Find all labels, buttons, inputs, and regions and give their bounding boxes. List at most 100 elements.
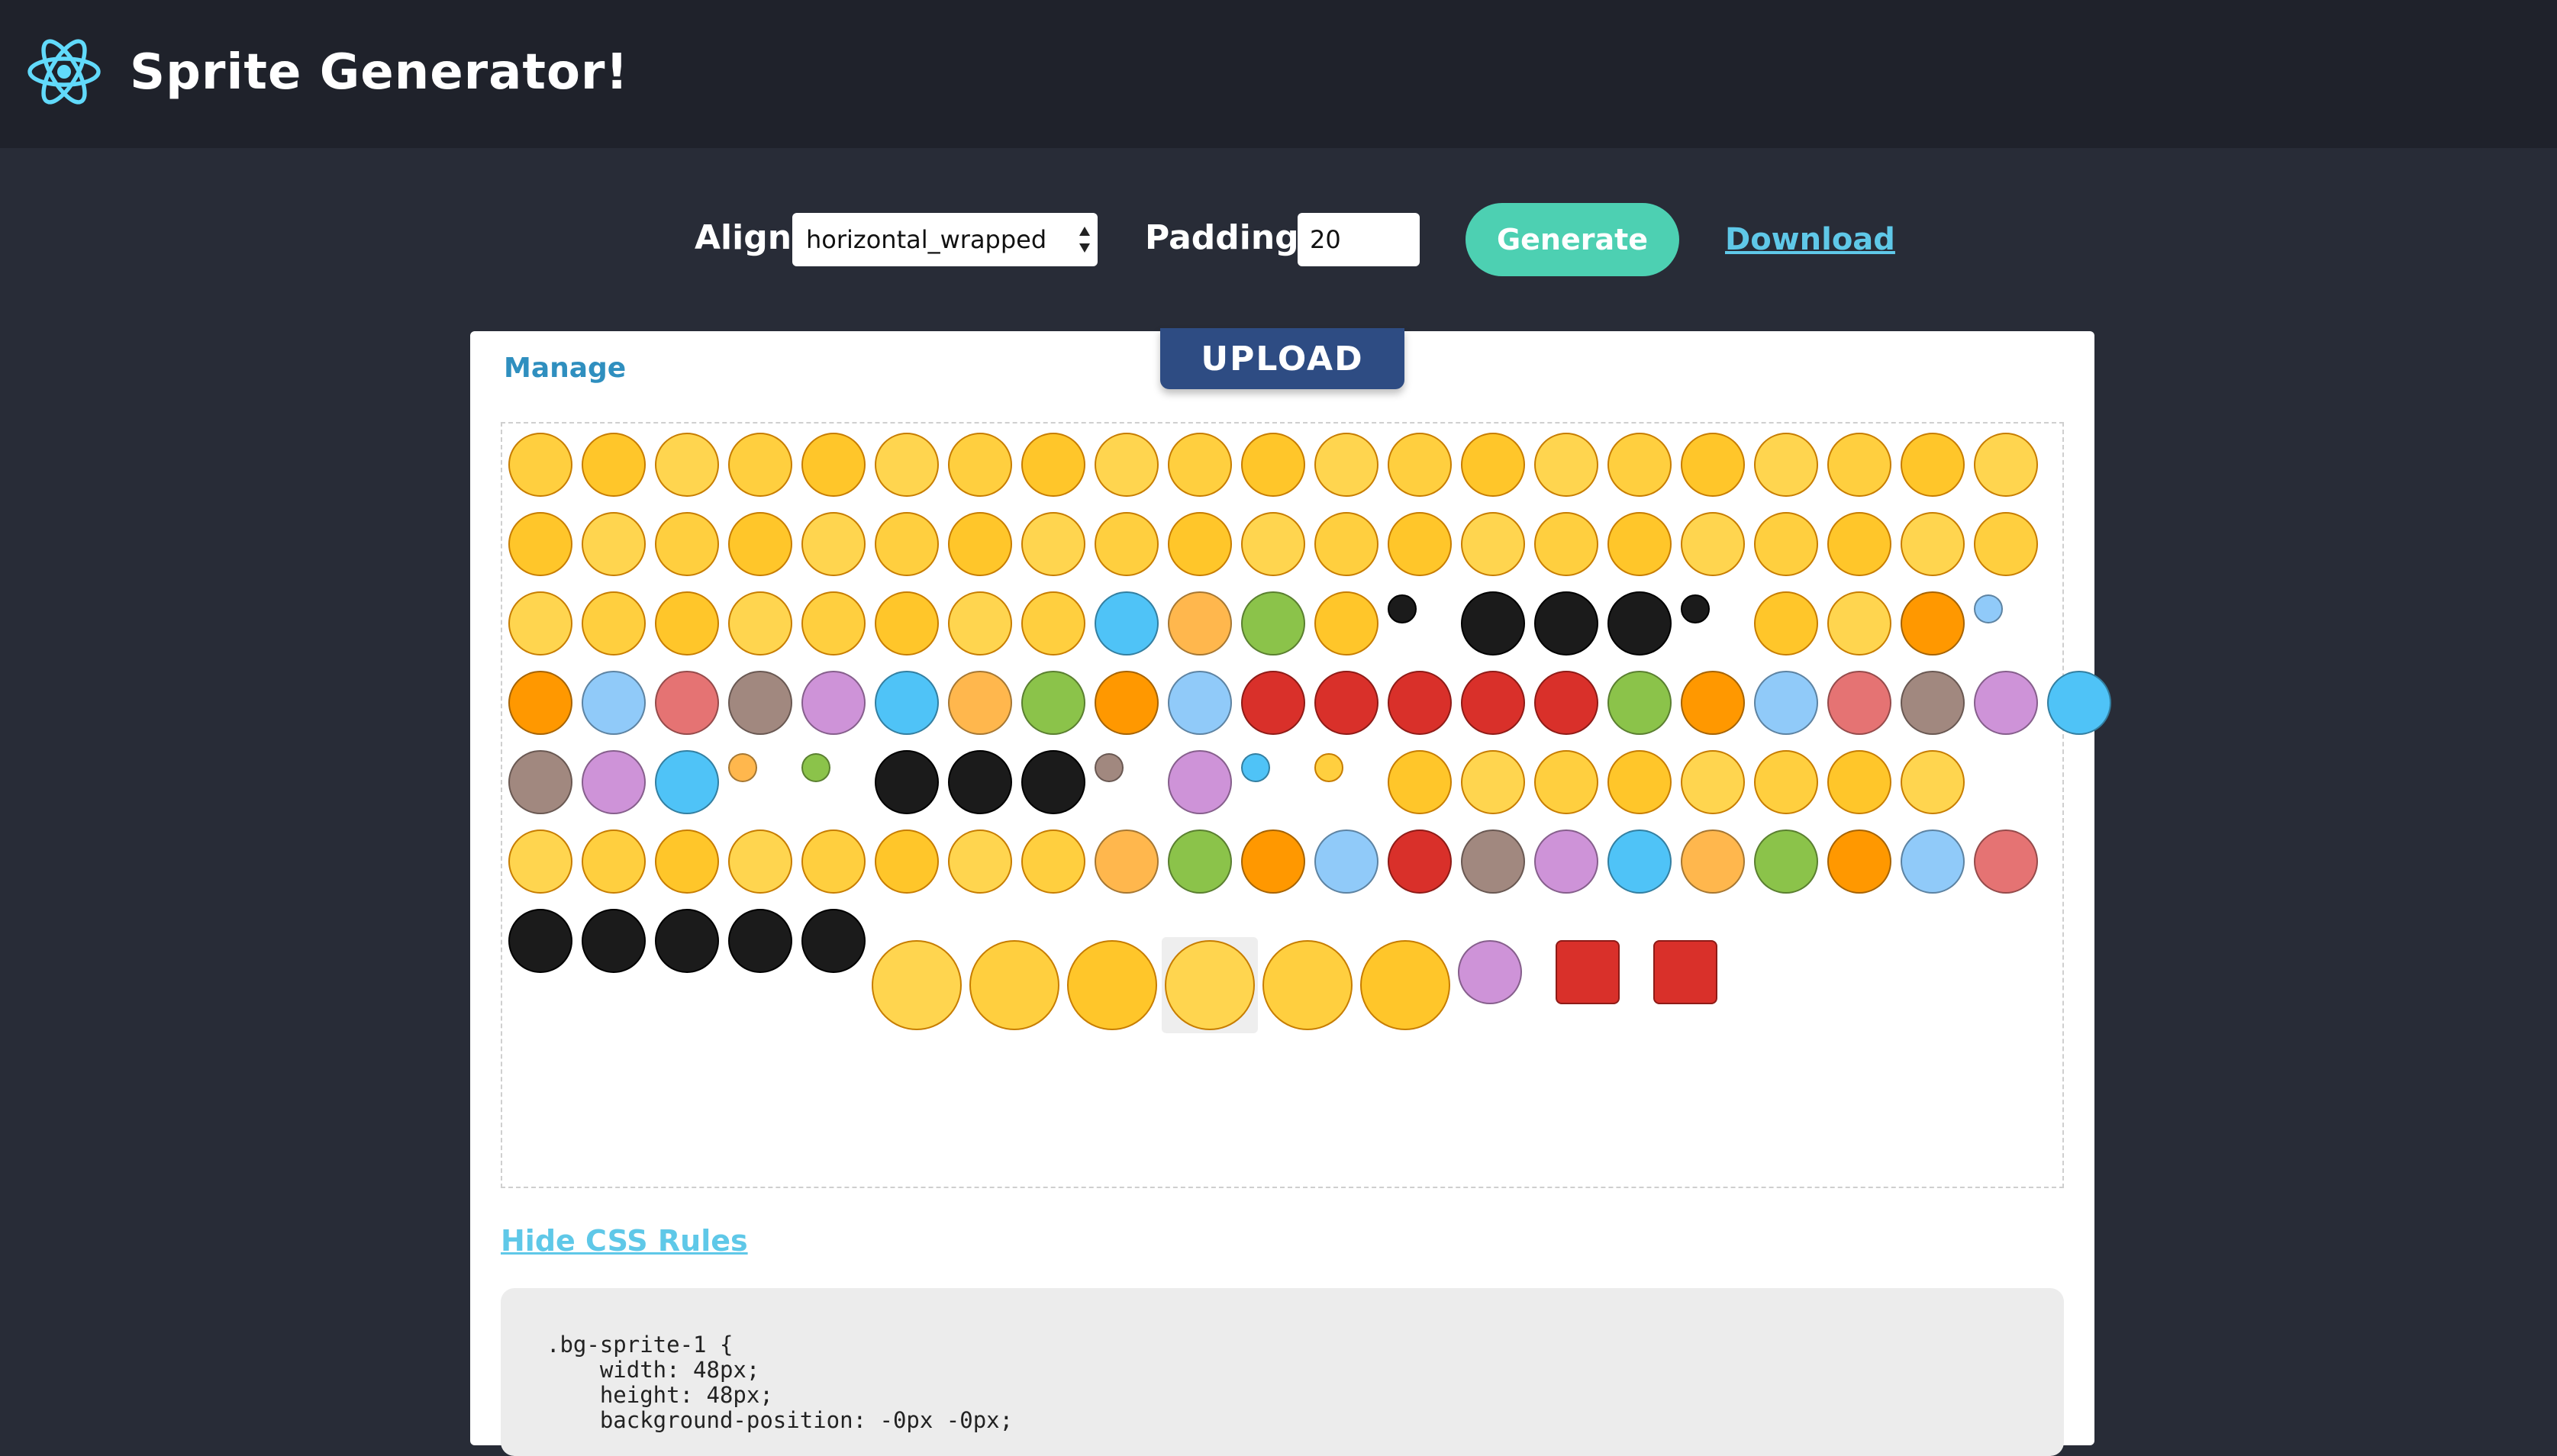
sprite-slightly-surprised-face[interactable] (1531, 430, 1601, 500)
sprite-thumbs-up-icon[interactable] (2044, 668, 2114, 738)
sprite-sweat-face[interactable] (1238, 509, 1308, 579)
sprite-ghost-icon[interactable] (1091, 588, 1162, 659)
sprite-small-faces[interactable] (1311, 747, 1382, 817)
sprite-cool-face[interactable] (1165, 509, 1235, 579)
sprite-small-icons[interactable] (1971, 588, 2041, 659)
sprite-hush-face[interactable] (872, 588, 942, 659)
align-select[interactable]: horizontal_wrapped (792, 213, 1098, 266)
sprite-drooling-face[interactable] (725, 430, 795, 500)
sprite-gift-icon[interactable] (1678, 668, 1748, 738)
sprite-penguin-icon[interactable] (652, 906, 722, 976)
sprite-lips-icon[interactable] (1385, 826, 1455, 897)
sprite-sunglasses-face[interactable] (1824, 430, 1894, 500)
sprite-soccer-ball-icon[interactable] (798, 668, 869, 738)
sprite-big-grin-face[interactable] (1458, 430, 1528, 500)
sprite-crying-face[interactable] (872, 430, 942, 500)
sprite-worried-face[interactable] (1751, 509, 1821, 579)
sprite-handshake-icon[interactable] (579, 747, 649, 817)
sprite-penguin-icon[interactable] (1458, 588, 1528, 659)
sprite-candle-icon[interactable] (1650, 937, 1720, 1007)
sprite-coffee-icon[interactable] (1018, 668, 1088, 738)
sprite-side-eye-face[interactable] (1824, 747, 1894, 817)
sprite-pouting-face[interactable] (1531, 747, 1601, 817)
sprite-heart-eyes-face[interactable] (1971, 430, 2041, 500)
sprite-hand-point-icon[interactable] (1531, 826, 1601, 897)
sprite-sword-icon[interactable] (725, 668, 795, 738)
sprite-finger-point-icon[interactable] (1751, 826, 1821, 897)
sprite-kissing-penguins[interactable] (1531, 588, 1601, 659)
sprite-green-doll[interactable] (1898, 588, 1968, 659)
sprite-sad-face[interactable] (652, 826, 722, 897)
sprite-ok-hand-icon[interactable] (1971, 826, 2041, 897)
sprite-moon-icon[interactable] (1971, 668, 2041, 738)
sprite-slightly-surprised-face[interactable] (505, 430, 576, 500)
sprite-blushing-face[interactable] (1531, 509, 1601, 579)
sprite-smirking-face[interactable] (1971, 509, 2041, 579)
sprite-tongue-face[interactable] (872, 509, 942, 579)
sprite-flushed-face[interactable] (1385, 747, 1455, 817)
sprite-wilted-rose-icon[interactable] (1311, 668, 1382, 738)
sprite-poop-icon[interactable] (945, 668, 1015, 738)
sprite-pouting-face[interactable] (579, 826, 649, 897)
sprite-pouting-face[interactable] (1898, 509, 1968, 579)
sprite-small-penguins[interactable] (1678, 588, 1748, 659)
sprite-hammer-icon[interactable] (1238, 588, 1308, 659)
sprite-wacky-face[interactable] (945, 588, 1015, 659)
sprite-penguin-heart-icon[interactable] (945, 747, 1015, 817)
sprite-smiling-face[interactable] (1018, 509, 1088, 579)
sprite-lightning-icon[interactable] (579, 668, 649, 738)
padding-input[interactable]: 20 (1298, 213, 1420, 266)
sprite-watermelon-icon[interactable] (1165, 747, 1235, 817)
sprite-penguin-icon[interactable] (872, 747, 942, 817)
sprite-thinking-face[interactable] (1458, 509, 1528, 579)
sprite-penguin-icon[interactable] (1018, 747, 1088, 817)
sprite-grinning-face[interactable] (1357, 937, 1453, 1033)
sprite-small-cloud-icons[interactable] (1238, 747, 1308, 817)
sprite-rose-icon[interactable] (1238, 668, 1308, 738)
sprite-sneering-face[interactable] (798, 588, 869, 659)
sprite-drooling-face[interactable] (1751, 430, 1821, 500)
sprite-sweating-face[interactable] (1678, 747, 1748, 817)
sprite-heart-icon[interactable] (1458, 668, 1528, 738)
sprite-sweat-smile-face[interactable] (1458, 747, 1528, 817)
sprite-bomb-icon[interactable] (652, 668, 722, 738)
sprite-laughing-face[interactable] (1018, 588, 1088, 659)
sprite-grinning-face[interactable] (505, 588, 576, 659)
sprite-sunglasses-face[interactable] (798, 430, 869, 500)
sprite-gift-box-icon[interactable] (1165, 826, 1235, 897)
sprite-surprised-face[interactable] (1604, 509, 1675, 579)
sprite-laughing-face[interactable] (1311, 509, 1382, 579)
sprite-rolling-eyes-face[interactable] (1824, 509, 1894, 579)
sprite-victory-hand-icon[interactable] (652, 747, 722, 817)
sprite-starry-eyes-face[interactable] (1018, 826, 1088, 897)
sprite-rice-bowl-icon[interactable] (1091, 668, 1162, 738)
sprite-sad-face[interactable] (1091, 509, 1162, 579)
upload-button[interactable]: UPLOAD (1160, 328, 1404, 389)
sprite-skull-icon[interactable] (1165, 588, 1235, 659)
sprite-broken-heart-icon[interactable] (1531, 668, 1601, 738)
sprite-rock-hand-icon[interactable] (1898, 826, 1968, 897)
sprite-drooling-face[interactable] (725, 588, 795, 659)
sprite-grinning-face[interactable] (1604, 430, 1675, 500)
sprite-penguin-icon[interactable] (579, 906, 649, 976)
sprite-grinning-face[interactable] (1751, 747, 1821, 817)
sprite-heart-eyes-face[interactable] (652, 430, 722, 500)
sprite-confused-face[interactable] (1678, 509, 1748, 579)
sprite-surprised-face[interactable] (945, 826, 1015, 897)
sprite-cleaver-icon[interactable] (1091, 826, 1162, 897)
sprite-peace-hand-icon[interactable] (1824, 826, 1894, 897)
sprite-phone-clock-icons[interactable] (1751, 668, 1821, 738)
sprite-note-icon[interactable] (872, 668, 942, 738)
sprite-small-bottles[interactable] (1091, 747, 1162, 817)
sprite-wink-face[interactable] (1898, 747, 1968, 817)
sprite-tearful-face[interactable] (652, 509, 722, 579)
sprite-drop-area[interactable] (501, 422, 2111, 1188)
sprite-kissing-face[interactable] (872, 826, 942, 897)
sprite-ladybug-icon[interactable] (1458, 826, 1528, 897)
sprite-yawning-face[interactable] (505, 826, 576, 897)
sprite-penguin-icon[interactable] (725, 906, 795, 976)
sprite-box-icon[interactable] (1824, 668, 1894, 738)
download-link[interactable]: Download (1725, 217, 1895, 263)
sprite-side-eye-face[interactable] (1064, 937, 1160, 1033)
sprite-big-grin-face[interactable] (945, 509, 1015, 579)
